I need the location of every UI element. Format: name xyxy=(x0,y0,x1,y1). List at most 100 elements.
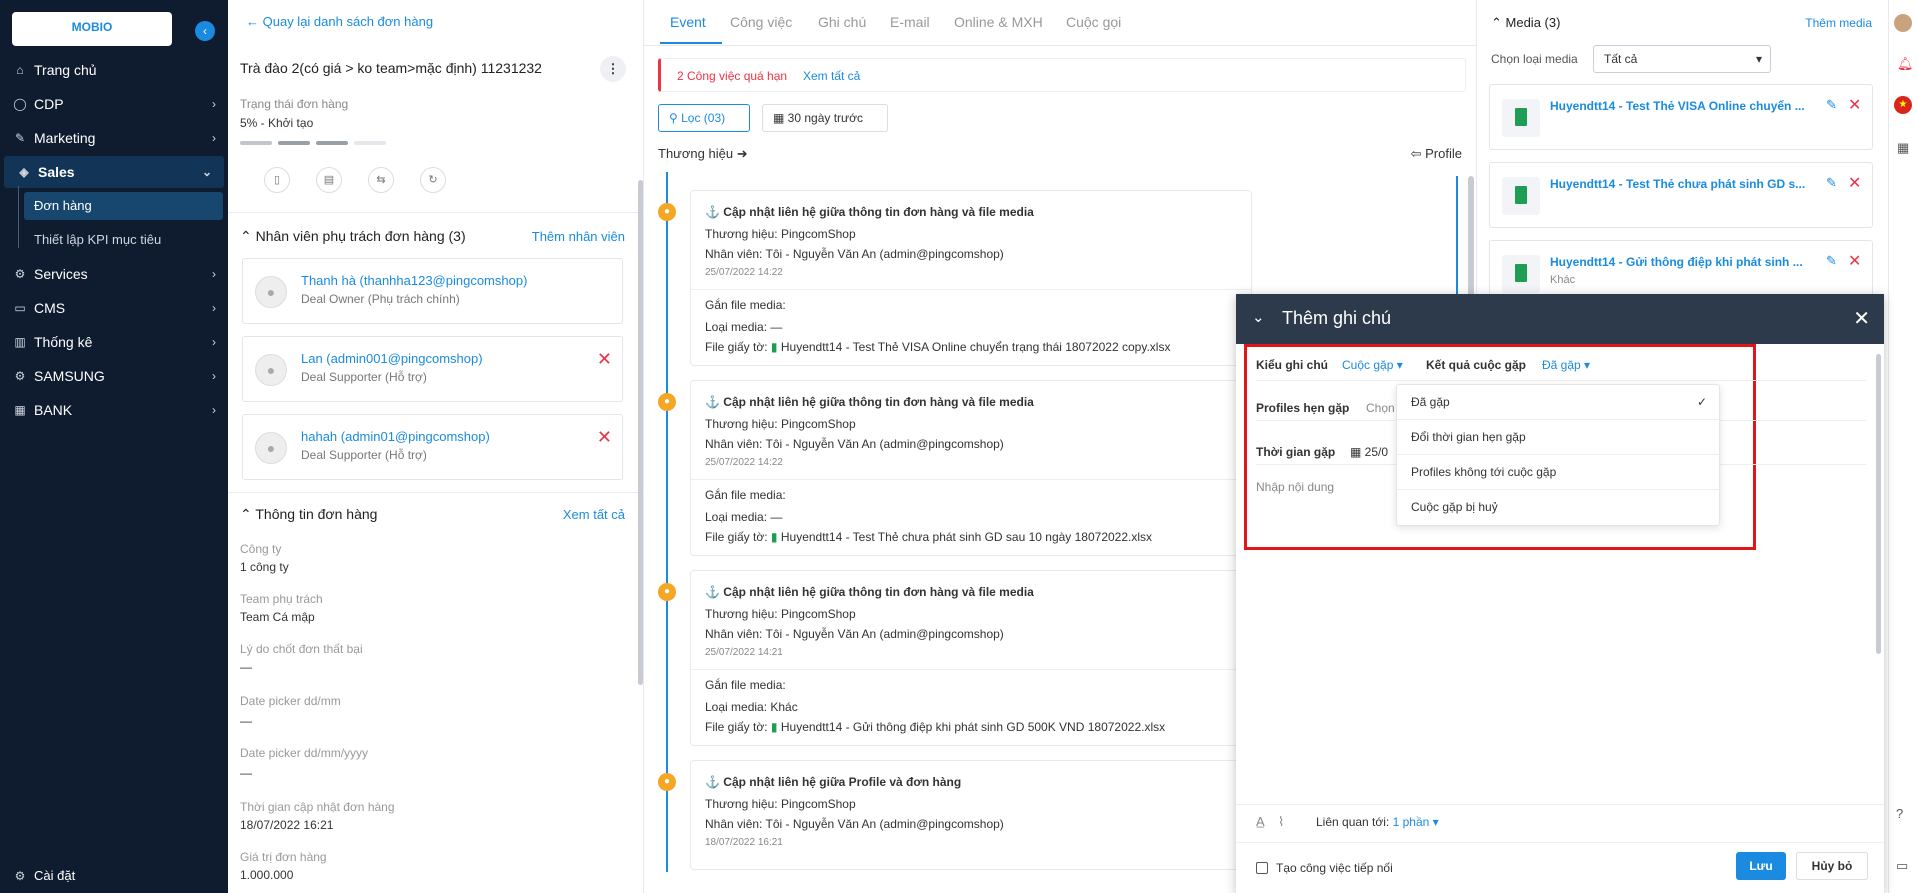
share-icon[interactable]: ⇆ xyxy=(368,167,394,193)
delete-icon[interactable]: ✕ xyxy=(1848,95,1861,115)
nav-item-sales[interactable]: ◈ Sales ⌄ xyxy=(4,156,224,188)
field-label: Công ty xyxy=(240,542,282,556)
staff-name[interactable]: Thanh hà (thanhha123@pingcomshop) xyxy=(301,273,527,288)
document-icon[interactable]: ▤ xyxy=(316,167,342,193)
scrollbar[interactable] xyxy=(1876,354,1881,654)
nav-item-bank[interactable]: ▦ BANK › xyxy=(0,394,228,426)
followup-checkbox[interactable] xyxy=(1256,862,1268,874)
gear-icon: ⚙ xyxy=(14,869,26,883)
alert-see-all[interactable]: Xem tất cả xyxy=(803,69,860,83)
staff-name[interactable]: hahah (admin01@pingcomshop) xyxy=(301,429,490,444)
related-value[interactable]: 1 phần xyxy=(1393,815,1430,829)
nav-item-settings[interactable]: ⚙ Cài đặt xyxy=(0,860,228,892)
scrollbar[interactable] xyxy=(638,180,643,685)
see-all-link[interactable]: Xem tất cả xyxy=(563,507,625,522)
media-file-name[interactable]: Huyendtt14 - Test Thẻ chưa phát sinh GD … xyxy=(1550,177,1805,191)
bell-icon[interactable]: 🔔︎ xyxy=(1897,56,1914,72)
chat-icon[interactable]: ▭ xyxy=(1896,858,1908,874)
content-textarea[interactable]: Nhập nội dung xyxy=(1256,480,1334,494)
phone-icon[interactable]: ▯ xyxy=(264,167,290,193)
marketing-icon: ✎ xyxy=(14,131,26,145)
dropdown-option[interactable]: Đổi thời gian hẹn gặp xyxy=(1397,420,1721,455)
field-label: Date picker dd/mm xyxy=(240,694,341,708)
grid-icon[interactable]: ▦ xyxy=(1897,140,1909,156)
meeting-result-value: Đã gặp xyxy=(1542,358,1581,372)
tab-tasks[interactable]: Công việc xyxy=(730,14,792,30)
add-media-link[interactable]: Thêm media xyxy=(1805,16,1872,30)
field-value: — xyxy=(240,660,252,674)
attachment-icon[interactable]: ⌇ xyxy=(1278,814,1284,830)
nav-item-stats[interactable]: ▥ Thống kê › xyxy=(0,326,228,358)
field-label: Lý do chốt đơn thất bại xyxy=(240,642,363,656)
close-icon[interactable]: ✕ xyxy=(1853,306,1870,331)
edit-icon[interactable]: ✎ xyxy=(1826,175,1837,191)
delete-icon[interactable]: ✕ xyxy=(1848,173,1861,193)
vietnam-flag-icon[interactable]: ★ xyxy=(1894,96,1912,114)
collapse-sidebar-button[interactable]: ‹ xyxy=(195,21,215,41)
back-label: Quay lại danh sách đơn hàng xyxy=(262,14,434,29)
back-link[interactable]: ← Quay lại danh sách đơn hàng xyxy=(246,14,433,29)
staff-header[interactable]: ⌃ Nhân viên phụ trách đơn hàng (3) xyxy=(240,228,466,245)
tab-email[interactable]: E-mail xyxy=(890,14,930,30)
media-header[interactable]: ⌃ Media (3) xyxy=(1491,15,1560,31)
chevron-up-icon: ⌃ xyxy=(1491,15,1506,30)
profile-filter[interactable]: ⇦ Profile xyxy=(1411,146,1462,162)
user-icon: ◯ xyxy=(13,97,27,111)
brand-filter[interactable]: Thương hiệu ➜ xyxy=(658,146,748,162)
history-icon[interactable]: ↻ xyxy=(420,167,446,193)
nav-label: Thống kê xyxy=(34,334,93,350)
tab-calls[interactable]: Cuộc gọi xyxy=(1066,14,1121,30)
more-options-icon[interactable]: ⋮ xyxy=(600,56,626,82)
sub-item-kpi[interactable]: Thiết lập KPI mục tiêu xyxy=(34,226,161,254)
nav-item-cms[interactable]: ▭ CMS › xyxy=(0,292,228,324)
tab-notes[interactable]: Ghi chú xyxy=(818,14,866,30)
meeting-result-select[interactable]: Đã gặp ▾ xyxy=(1542,358,1590,372)
add-staff-link[interactable]: Thêm nhân viên xyxy=(532,229,625,244)
dropdown-option[interactable]: Profiles không tới cuộc gặp xyxy=(1397,455,1721,490)
cancel-button[interactable]: Hủy bỏ xyxy=(1796,852,1868,880)
date-filter-button[interactable]: ▦ 30 ngày trước xyxy=(762,104,888,132)
nav-item-services[interactable]: ⚙ Services › xyxy=(0,258,228,290)
progress-step xyxy=(240,141,272,145)
remove-icon[interactable]: ✕ xyxy=(597,349,612,370)
meeting-time-input[interactable]: ▦ 25/0 xyxy=(1350,445,1388,459)
info-header[interactable]: ⌃ Thông tin đơn hàng xyxy=(240,506,377,523)
staff-name[interactable]: Lan (admin001@pingcomshop) xyxy=(301,351,483,366)
file-name[interactable]: Huyendtt14 - Gửi thông điệp khi phát sin… xyxy=(781,720,1165,734)
help-icon[interactable]: ? xyxy=(1896,806,1903,821)
logo[interactable]: MOBIO xyxy=(12,12,172,46)
profiles-input[interactable]: Chọn xyxy=(1366,401,1395,415)
media-item: Huyendtt14 - Test Thẻ chưa phát sinh GD … xyxy=(1489,162,1873,228)
media-type-select[interactable]: Tất cả ▾ xyxy=(1593,45,1771,73)
file-name[interactable]: Huyendtt14 - Test Thẻ VISA Online chuyển… xyxy=(781,340,1171,354)
dropdown-option[interactable]: Đã gặp ✓ xyxy=(1397,385,1721,420)
file-label: File giấy tờ: xyxy=(705,530,768,544)
nav-item-marketing[interactable]: ✎ Marketing › xyxy=(0,122,228,154)
event-time: 25/07/2022 14:22 xyxy=(705,457,783,468)
edit-icon[interactable]: ✎ xyxy=(1826,97,1837,113)
file-name[interactable]: Huyendtt14 - Test Thẻ chưa phát sinh GD … xyxy=(781,530,1152,544)
nav-item-samsung[interactable]: ⚙ SAMSUNG › xyxy=(0,360,228,392)
edit-icon[interactable]: ✎ xyxy=(1826,253,1837,269)
tab-event[interactable]: Event xyxy=(670,14,706,30)
text-format-icon[interactable]: A̲ xyxy=(1256,814,1265,829)
filter-button[interactable]: ⚲ Lọc (03) xyxy=(658,104,750,132)
tab-online[interactable]: Online & MXH xyxy=(954,14,1043,30)
chevron-down-icon[interactable]: ⌄ xyxy=(1252,308,1265,326)
event-title: ⚓ Cập nhật liên hệ giữa thông tin đơn hà… xyxy=(705,585,1034,599)
media-file: File giấy tờ: ▮ Huyendtt14 - Test Thẻ ch… xyxy=(705,530,1152,544)
note-type-select[interactable]: Cuộc gặp ▾ xyxy=(1342,358,1403,372)
nav-item-home[interactable]: ⌂ Trang chủ xyxy=(0,54,228,86)
delete-icon[interactable]: ✕ xyxy=(1848,251,1861,271)
add-note-panel: ⌄ Thêm ghi chú ✕ Kiểu ghi chú Cuộc gặp ▾… xyxy=(1236,294,1884,893)
save-button[interactable]: Lưu xyxy=(1736,852,1786,880)
dropdown-option[interactable]: Cuộc gặp bị huỷ xyxy=(1397,490,1721,525)
media-file-name[interactable]: Huyendtt14 - Test Thẻ VISA Online chuyển… xyxy=(1550,99,1805,113)
remove-icon[interactable]: ✕ xyxy=(597,427,612,448)
order-title: Trà đào 2(có giá > ko team>mặc định) 112… xyxy=(240,60,542,76)
event-brand: Thương hiệu: PingcomShop xyxy=(705,797,856,811)
avatar[interactable] xyxy=(1894,14,1912,32)
media-file-name[interactable]: Huyendtt14 - Gửi thông điệp khi phát sin… xyxy=(1550,255,1803,269)
nav-item-cdp[interactable]: ◯ CDP › xyxy=(0,88,228,120)
sub-item-orders[interactable]: Đơn hàng xyxy=(24,192,223,220)
